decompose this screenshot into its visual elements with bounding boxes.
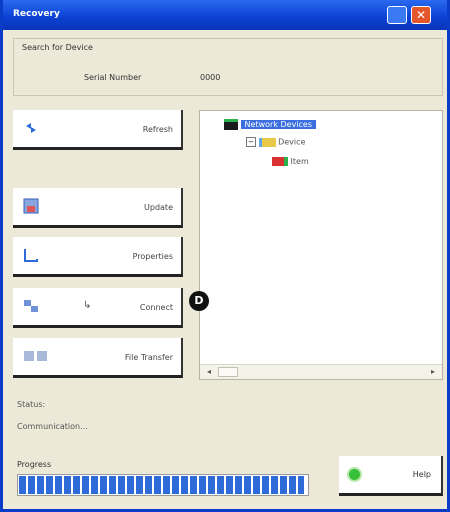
folder-icon <box>258 137 276 147</box>
horizontal-scrollbar[interactable]: ◂ ▸ <box>200 364 442 379</box>
disk-icon <box>23 198 39 214</box>
connect-button[interactable]: ↳ Connect <box>13 288 183 328</box>
progress-label: Progress <box>17 460 52 469</box>
help-icon <box>349 469 360 480</box>
marker-badge: D <box>189 291 209 311</box>
progress-fill <box>19 476 305 494</box>
connect-mid-icon: ↳ <box>83 300 92 311</box>
connect-label: Connect <box>139 303 173 312</box>
scroll-right-icon[interactable]: ▸ <box>428 367 438 377</box>
tree-root-label: Network Devices <box>240 120 317 129</box>
window-title: Recovery <box>13 9 60 19</box>
tree-root[interactable]: Network Devices <box>224 119 317 131</box>
search-group: Search for Device Serial Number 0000 <box>13 38 443 96</box>
page-icon <box>23 247 39 263</box>
status-icon <box>272 157 288 166</box>
minimize-button[interactable] <box>387 6 407 24</box>
scroll-thumb[interactable] <box>218 367 238 377</box>
close-button[interactable]: ✕ <box>411 6 431 24</box>
update-label: Update <box>144 203 173 212</box>
file-transfer-button[interactable]: File Transfer <box>13 338 183 378</box>
search-group-title: Search for Device <box>22 43 93 52</box>
title-bar-buttons: ✕ <box>387 6 433 24</box>
network-icon <box>23 298 39 314</box>
serial-number-label: Serial Number <box>84 73 142 82</box>
progress-bar <box>17 474 309 496</box>
tree-leaf[interactable]: Item <box>272 157 309 169</box>
transfer-icon <box>23 348 49 364</box>
tree-leaf-label: Item <box>290 157 309 166</box>
device-tree[interactable]: Network Devices − Device Item ◂ ▸ <box>199 110 443 380</box>
update-button[interactable]: Update <box>13 188 183 228</box>
serial-number-value: 0000 <box>200 73 221 82</box>
tree-child[interactable]: − Device <box>246 137 305 149</box>
help-label: Help <box>412 470 431 479</box>
properties-label: Properties <box>132 252 173 261</box>
help-button[interactable]: Help <box>339 456 443 496</box>
device-icon <box>224 119 238 130</box>
refresh-label: Refresh <box>142 125 173 134</box>
title-bar: Recovery ✕ <box>3 0 447 30</box>
scroll-left-icon[interactable]: ◂ <box>204 367 214 377</box>
status-message: Communication... <box>17 422 88 431</box>
status-label: Status: <box>17 400 46 409</box>
refresh-icon <box>23 120 39 136</box>
tree-child-label: Device <box>278 137 306 147</box>
expand-toggle-icon[interactable]: − <box>246 137 256 147</box>
refresh-button[interactable]: Refresh <box>13 110 183 150</box>
recovery-window: Recovery ✕ Search for Device Serial Numb… <box>0 0 450 512</box>
file-transfer-label: File Transfer <box>124 353 173 362</box>
properties-button[interactable]: Properties <box>13 237 183 277</box>
